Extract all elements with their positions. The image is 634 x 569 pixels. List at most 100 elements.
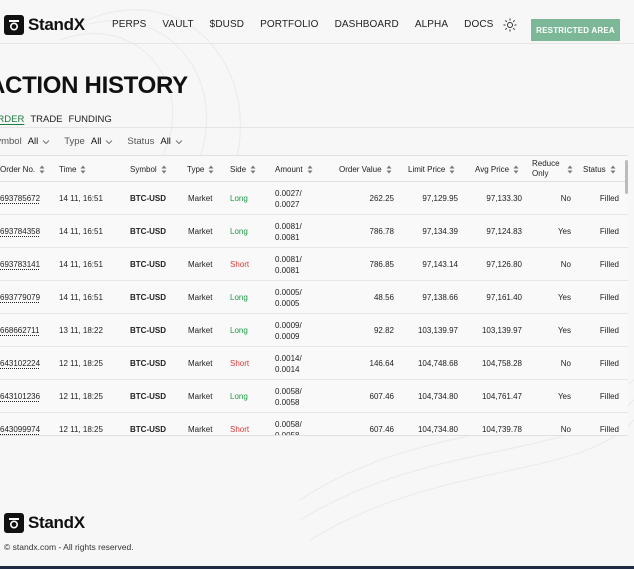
page-title: ACTION HISTORY xyxy=(0,72,188,99)
copyright-text: © standx.com - All rights reserved. xyxy=(4,542,134,552)
sort-icon xyxy=(386,165,392,173)
table-scrollbar[interactable] xyxy=(625,160,628,194)
cell-amount: 0.0014/0.0014 xyxy=(275,347,302,380)
col-status[interactable]: Status xyxy=(583,156,616,182)
chevron-down-icon xyxy=(175,139,183,144)
cell-order-no[interactable]: 693783141 xyxy=(0,248,40,281)
chevron-down-icon xyxy=(106,139,113,144)
cell-type: Market xyxy=(188,359,213,368)
cell-order-no[interactable]: 643101236 xyxy=(0,380,40,413)
col-symbol[interactable]: Symbol xyxy=(130,156,167,182)
cell-amount-filled: 0.0081/ xyxy=(275,221,302,231)
cell-type: Market xyxy=(188,425,213,434)
cell-time: 14 11, 16:51 xyxy=(59,227,103,236)
filter-symbol-label: Symbol xyxy=(0,136,22,147)
cell-order-no[interactable]: 693785672 xyxy=(0,182,40,215)
tab-order[interactable]: ORDER xyxy=(0,114,24,125)
table-header: Order No. Time Symbol Type Side Amount O… xyxy=(0,156,628,182)
nav-perps[interactable]: PERPS xyxy=(112,19,146,30)
cell-order-no[interactable]: 668662711 xyxy=(0,314,39,347)
cell-amount: 0.0009/0.0009 xyxy=(275,314,302,347)
filter-bar: Symbol All Type All Status All xyxy=(0,136,197,147)
nav-docs[interactable]: DOCS xyxy=(464,19,493,30)
filter-status-label: Status xyxy=(127,136,155,147)
cell-time: 14 11, 16:51 xyxy=(59,293,103,302)
cell-symbol: BTC-USD xyxy=(130,359,166,368)
cell-limit-price: 104,748.68 xyxy=(417,359,458,368)
cell-type: Market xyxy=(188,260,213,269)
cell-amount-filled: 0.0081/ xyxy=(275,254,302,264)
filter-type-label: Type xyxy=(64,136,85,147)
nav-dashboard[interactable]: DASHBOARD xyxy=(335,19,399,30)
brand-name: StandX xyxy=(28,15,85,34)
table-row[interactable]: 693783141 14 11, 16:51 BTC-USD Market Short 7… xyxy=(0,248,628,281)
sort-icon xyxy=(39,165,45,173)
table-row[interactable]: 668662711 13 11, 18:22 BTC-USD Market Long 92… xyxy=(0,314,628,347)
col-avg-price[interactable]: Avg Price xyxy=(475,156,519,182)
footer-logo[interactable]: StandX xyxy=(4,513,85,533)
cell-status: Filled xyxy=(599,359,619,368)
sort-icon xyxy=(610,165,616,173)
cell-side: Short xyxy=(230,260,250,269)
cell-status: Filled xyxy=(599,392,619,401)
table-row[interactable]: 693785672 14 11, 16:51 BTC-USD Market Long 26… xyxy=(0,182,628,215)
table-row[interactable]: 643099974 12 11, 18:25 BTC-USD Market Short 6… xyxy=(0,413,628,436)
cell-side: Long xyxy=(230,194,248,203)
cell-amount-filled: 0.0009/ xyxy=(275,320,302,330)
table-row[interactable]: 693784358 14 11, 16:51 BTC-USD Market Long 78… xyxy=(0,215,628,248)
cell-amount-total: 0.0005 xyxy=(275,298,300,308)
tab-funding[interactable]: FUNDING xyxy=(69,114,112,125)
table-row[interactable]: 643102224 12 11, 18:25 BTC-USD Market Short 1… xyxy=(0,347,628,380)
col-amount[interactable]: Amount xyxy=(275,156,313,182)
cell-time: 12 11, 18:25 xyxy=(59,359,103,368)
cell-order-no[interactable]: 643099974 xyxy=(0,413,40,435)
cell-limit-price: 104,734.80 xyxy=(417,425,458,434)
cell-order-value: 92.82 xyxy=(373,326,394,335)
sort-icon xyxy=(307,165,313,173)
cell-time: 12 11, 18:25 xyxy=(59,425,103,434)
cell-amount-filled: 0.0027/ xyxy=(275,188,302,198)
cell-type: Market xyxy=(188,194,213,203)
top-nav-bar: StandX PERPS VAULT $DUSD PORTFOLIO DASHB… xyxy=(0,6,634,44)
col-order-no-label: Order No. xyxy=(0,164,36,174)
col-time[interactable]: Time xyxy=(59,156,86,182)
col-type-label: Type xyxy=(187,164,205,174)
col-reduce-only[interactable]: Reduce Only xyxy=(532,156,560,182)
cell-type: Market xyxy=(188,293,213,302)
cell-order-no[interactable]: 693779079 xyxy=(0,281,40,314)
nav-portfolio[interactable]: PORTFOLIO xyxy=(260,19,319,30)
filter-type[interactable]: Type All xyxy=(64,136,113,147)
order-history-table: Order No. Time Symbol Type Side Amount O… xyxy=(0,155,628,436)
filter-status[interactable]: Status All xyxy=(127,136,183,147)
cell-symbol: BTC-USD xyxy=(130,227,166,236)
cell-order-value: 786.85 xyxy=(369,260,394,269)
cell-time: 14 11, 16:51 xyxy=(59,194,103,203)
col-order-value-label: Order Value xyxy=(339,164,382,174)
cell-status: Filled xyxy=(599,227,619,236)
table-row[interactable]: 693779079 14 11, 16:51 BTC-USD Market Long 48… xyxy=(0,281,628,314)
cell-side: Long xyxy=(230,293,248,302)
filter-type-value: All xyxy=(90,136,102,147)
col-type[interactable]: Type xyxy=(187,156,214,182)
cell-limit-price: 97,134.39 xyxy=(422,227,458,236)
brand-logo[interactable]: StandX xyxy=(4,15,85,35)
restricted-area-button[interactable]: RESTRICTED AREA xyxy=(531,19,620,41)
cell-order-no[interactable]: 643102224 xyxy=(0,347,40,380)
cell-side: Long xyxy=(230,227,248,236)
col-side[interactable]: Side xyxy=(230,156,256,182)
table-row[interactable]: 643101236 12 11, 18:25 BTC-USD Market Long 60… xyxy=(0,380,628,413)
nav-dusd[interactable]: $DUSD xyxy=(210,19,244,30)
history-tabs: ORDER TRADE FUNDING xyxy=(0,114,118,125)
cell-limit-price: 97,129.95 xyxy=(422,194,458,203)
nav-alpha[interactable]: ALPHA xyxy=(415,19,448,30)
col-order-no[interactable]: Order No. xyxy=(0,156,45,182)
cell-symbol: BTC-USD xyxy=(130,392,166,401)
tab-trade[interactable]: TRADE xyxy=(30,114,62,125)
nav-vault[interactable]: VAULT xyxy=(162,19,193,30)
col-order-value[interactable]: Order Value xyxy=(339,156,392,182)
sort-icon[interactable] xyxy=(567,165,573,174)
filter-symbol[interactable]: Symbol All xyxy=(0,136,50,147)
cell-order-no[interactable]: 693784358 xyxy=(0,215,40,248)
sun-icon[interactable] xyxy=(503,18,517,32)
col-limit-price[interactable]: Limit Price xyxy=(408,156,455,182)
